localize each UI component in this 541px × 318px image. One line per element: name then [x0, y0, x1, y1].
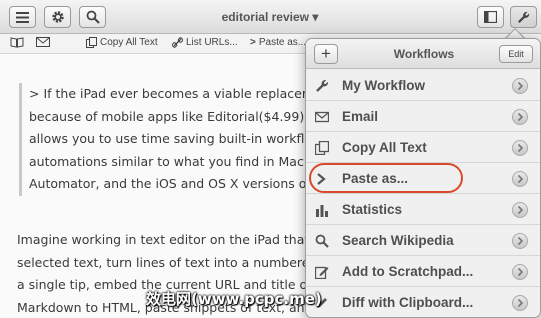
chevron-right-icon[interactable]: [512, 202, 528, 218]
add-workflow-button[interactable]: +: [314, 44, 338, 64]
chevron-right-icon[interactable]: [512, 109, 528, 125]
settings-button[interactable]: [44, 6, 71, 28]
text-line: automations similar to what you find in …: [29, 153, 316, 169]
document-title[interactable]: editorial review ▾: [200, 10, 340, 24]
link-icon: [172, 37, 183, 48]
mail-icon: [315, 111, 329, 123]
workflow-label: Search Wikipedia: [342, 233, 454, 248]
chevron-right-icon[interactable]: [512, 233, 528, 249]
text-line: allows you to use time saving built-in w…: [29, 131, 320, 146]
text-line: Automator, and the iOS and OS X versions…: [29, 176, 323, 191]
bar-chart-icon: [316, 205, 328, 217]
workflow-label: Add to Scratchpad...: [342, 264, 474, 279]
book-shortcut[interactable]: [10, 37, 24, 48]
top-toolbar: editorial review ▾: [0, 0, 541, 34]
highlight-annotation: [309, 163, 463, 193]
workflow-item-diff-with-clipboard[interactable]: Diff with Clipboard...: [306, 287, 540, 317]
popover-title: Workflows: [393, 47, 455, 61]
text-line: because of mobile apps like Editorial($4…: [29, 108, 320, 124]
workflow-list: My Workflow Email Copy All Text Paste as…: [306, 70, 540, 317]
wrench-icon: [518, 11, 530, 23]
gear-icon: [51, 11, 64, 23]
panel-toggle-button[interactable]: [477, 6, 504, 28]
copy-icon: [315, 141, 329, 155]
chevron-right-icon[interactable]: [512, 140, 528, 156]
workflow-item-search-wikipedia[interactable]: Search Wikipedia: [306, 225, 540, 256]
workflow-label: Copy All Text: [342, 140, 427, 155]
chevron-right-icon[interactable]: [512, 264, 528, 280]
wrench-icon: [316, 79, 329, 92]
list-urls-label: List URLs...: [186, 37, 238, 48]
workflow-item-copy-all-text[interactable]: Copy All Text: [306, 132, 540, 163]
copy-all-text-shortcut[interactable]: Copy All Text: [86, 37, 158, 48]
watermark: 效电网(www.pcpc.me): [146, 290, 322, 308]
hamburger-menu-icon: [16, 11, 29, 23]
text-line: Imagine working in text editor on the iP…: [17, 232, 321, 247]
copy-icon: [86, 37, 97, 48]
chevron-right-icon[interactable]: [512, 78, 528, 94]
blockquote: > If the iPad ever becomes a viable repl…: [19, 83, 349, 196]
workflow-label: My Workflow: [342, 78, 426, 93]
edit-button[interactable]: Edit: [499, 45, 533, 63]
workflow-item-email[interactable]: Email: [306, 101, 540, 132]
workflow-item-statistics[interactable]: Statistics: [306, 194, 540, 225]
list-urls-shortcut[interactable]: List URLs...: [172, 37, 238, 48]
search-icon: [315, 234, 329, 248]
chevron-right-icon[interactable]: [512, 171, 528, 187]
workflow-item-add-to-scratchpad[interactable]: Add to Scratchpad...: [306, 256, 540, 287]
chevron-icon: >: [250, 37, 256, 48]
mail-shortcut[interactable]: [36, 37, 50, 47]
copy-all-text-label: Copy All Text: [100, 37, 158, 48]
text-line: selected text, turn lines of text into a…: [17, 254, 318, 270]
chevron-right-icon[interactable]: [512, 295, 528, 311]
menu-button[interactable]: [9, 6, 36, 28]
search-icon: [86, 10, 100, 24]
workflows-button[interactable]: [510, 6, 537, 28]
paste-as-label: Paste as...: [258, 37, 307, 48]
popover-header: + Workflows Edit: [306, 39, 540, 69]
text-line: > If the iPad ever becomes a viable repl…: [29, 86, 330, 101]
workflow-label: Email: [342, 109, 379, 124]
workflow-label: Statistics: [342, 202, 403, 217]
bookmark-panel-icon: [484, 11, 497, 23]
mail-icon: [36, 37, 50, 47]
search-button[interactable]: [79, 6, 106, 28]
paste-as-shortcut[interactable]: > Paste as...: [250, 37, 306, 48]
book-icon: [10, 37, 24, 48]
edit-icon: [315, 266, 329, 279]
workflow-label: Diff with Clipboard...: [342, 295, 474, 310]
workflow-item-my-workflow[interactable]: My Workflow: [306, 70, 540, 101]
